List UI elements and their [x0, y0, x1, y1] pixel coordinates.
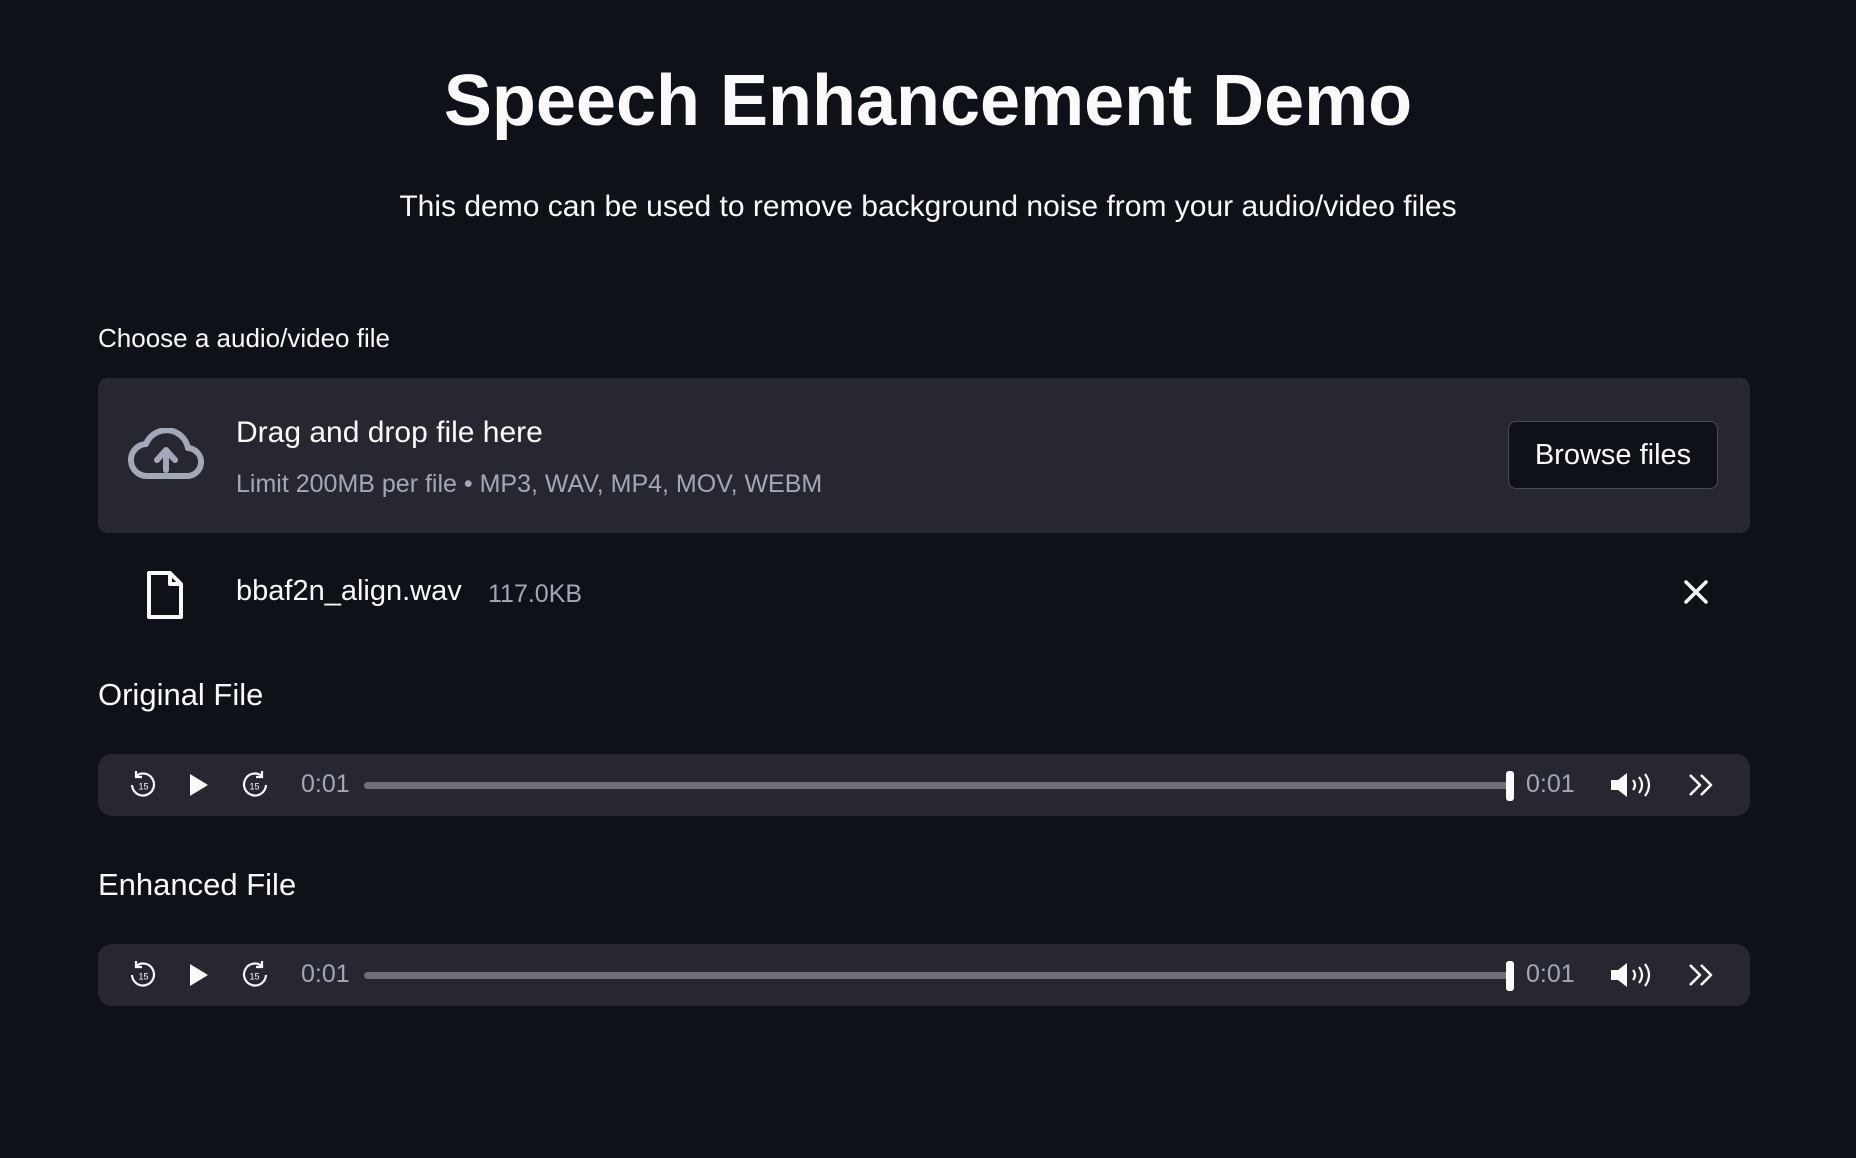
seek-bar[interactable] [364, 972, 1510, 979]
volume-icon[interactable] [1608, 770, 1656, 800]
rewind-seconds-label: 15 [138, 782, 148, 792]
current-time: 0:01 [301, 770, 350, 798]
seek-thumb[interactable] [1506, 961, 1514, 991]
file-icon [147, 571, 183, 619]
forward-15-icon[interactable]: 15 [240, 770, 270, 800]
uploaded-file-size: 117.0KB [488, 580, 583, 608]
enhanced-audio-player: 15 15 0:01 0:01 [98, 944, 1750, 1006]
play-icon[interactable] [183, 960, 213, 990]
playback-speed-icon[interactable] [1686, 960, 1716, 990]
forward-seconds-label: 15 [249, 782, 259, 792]
uploaded-file-name: bbaf2n_align.wav [236, 575, 462, 607]
remove-file-button[interactable] [1678, 574, 1714, 610]
uploaded-file-row: bbaf2n_align.wav 117.0KB [98, 560, 1750, 630]
file-dropzone[interactable]: Drag and drop file here Limit 200MB per … [98, 378, 1750, 533]
duration-time: 0:01 [1526, 770, 1575, 798]
page-subtitle: This demo can be used to remove backgrou… [399, 190, 1457, 223]
cloud-upload-icon [128, 428, 204, 480]
rewind-15-icon[interactable]: 15 [128, 960, 158, 990]
seek-bar[interactable] [364, 782, 1510, 789]
duration-time: 0:01 [1526, 960, 1575, 988]
volume-icon[interactable] [1608, 960, 1656, 990]
enhanced-file-heading: Enhanced File [98, 867, 297, 902]
rewind-15-icon[interactable]: 15 [128, 770, 158, 800]
original-file-heading: Original File [98, 677, 264, 712]
dropzone-title: Drag and drop file here [236, 416, 543, 449]
current-time: 0:01 [301, 960, 350, 988]
play-icon[interactable] [183, 770, 213, 800]
browse-files-button[interactable]: Browse files [1508, 421, 1718, 489]
original-audio-player: 15 15 0:01 0:01 [98, 754, 1750, 816]
dropzone-limits: Limit 200MB per file • MP3, WAV, MP4, MO… [236, 470, 823, 498]
forward-seconds-label: 15 [249, 972, 259, 982]
playback-speed-icon[interactable] [1686, 770, 1716, 800]
seek-thumb[interactable] [1506, 771, 1514, 801]
file-uploader-label: Choose a audio/video file [98, 323, 390, 353]
page-title: Speech Enhancement Demo [443, 61, 1413, 141]
forward-15-icon[interactable]: 15 [240, 960, 270, 990]
rewind-seconds-label: 15 [138, 972, 148, 982]
